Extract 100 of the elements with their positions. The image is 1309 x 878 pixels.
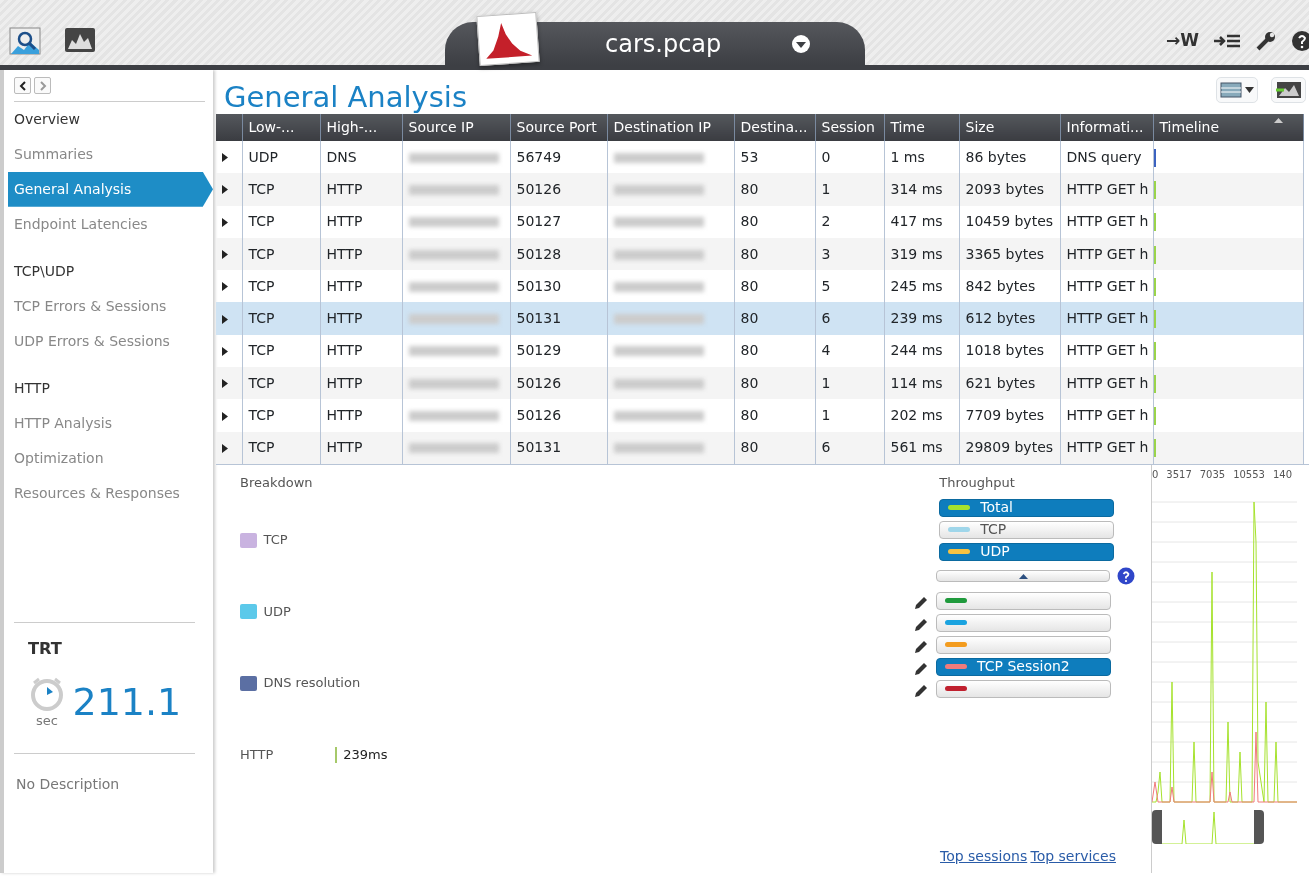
table-cell: 80 [740,407,759,423]
dropdown-icon[interactable] [791,33,812,54]
nav-item[interactable]: Summaries [14,136,205,172]
table-cell: 53 [740,148,759,165]
nav-item[interactable]: UDP Errors & Sessions [14,323,205,359]
series-toggle[interactable] [936,613,1111,632]
wrench-icon[interactable] [1255,29,1277,52]
legend-label: DNS resolution [263,674,361,693]
back-button[interactable] [14,77,31,95]
table-cell: 80 [740,245,759,262]
expand-arrow-icon[interactable] [222,153,228,163]
link[interactable]: Top services [1030,846,1116,867]
pencil-icon[interactable] [914,595,928,610]
table-cell: 80 [740,439,759,456]
expand-arrow-icon[interactable] [222,314,228,324]
expand-arrow-icon[interactable] [222,185,228,195]
table-cell: 561 ms [890,439,943,456]
series-toggle[interactable]: TCP Session2 [936,657,1111,676]
pencil-icon[interactable] [914,639,928,654]
table-cell: HTTP GET h [1066,277,1149,294]
table-cell: 10459 bytes [965,213,1054,230]
table-cell: HTTP [326,407,363,423]
table-cell: 86 bytes [965,148,1027,165]
table-cell: 50130 [516,277,562,294]
nav-item[interactable]: Resources & Responses [14,475,205,511]
table-cell: HTTP GET h [1066,180,1149,197]
table-cell: 80 [740,342,759,359]
expand-arrow-icon[interactable] [222,282,228,292]
nav-item[interactable]: Optimization [14,440,205,476]
series-toggle[interactable] [936,679,1111,698]
legend-label: UDP [263,602,291,621]
expand-arrow-icon[interactable] [222,217,228,227]
table-cell: TCP [248,374,275,391]
chart-icon[interactable] [64,26,96,54]
table-cell: 50126 [516,374,562,391]
pencil-icon[interactable] [914,661,928,676]
table-cell: 2 [821,213,831,230]
table-cell: 50126 [516,180,562,197]
table-cell: 244 ms [890,342,943,359]
export-button[interactable]: →W [1166,28,1199,54]
table-cell: HTTP GET h [1066,407,1149,423]
table-cell: 50128 [516,245,562,262]
table-cell: 50131 [516,439,562,456]
series-toggle[interactable] [936,591,1111,610]
table-cell: HTTP GET h [1066,213,1149,230]
table-cell: TCP [248,342,275,359]
table-cell: HTTP [326,277,363,294]
page-title: General Analysis [223,79,467,114]
series-toggle[interactable] [936,635,1111,654]
table-cell: TCP [248,407,275,423]
legend-label: TCP [263,531,288,550]
table-cell: HTTP GET h [1066,374,1149,391]
nav-item[interactable]: TCP Errors & Sessions [14,288,205,324]
expand-arrow-icon[interactable] [222,379,228,389]
expand-arrow-icon[interactable] [222,411,228,421]
table-cell: HTTP [326,374,363,391]
table-cell: UDP [248,148,278,165]
table-cell: 612 bytes [965,310,1036,327]
axis-label: 7035 [1199,467,1226,482]
pencil-icon[interactable] [914,683,928,698]
table-cell: TCP [248,439,275,456]
nav-item[interactable]: Endpoint Latencies [14,206,205,242]
link[interactable]: Top sessions [940,846,1028,867]
column-header[interactable]: Size [965,119,995,135]
table-cell: 202 ms [890,407,943,423]
sort-arrow-icon [1274,118,1283,123]
table-cell: 1 [821,407,831,423]
nav-item[interactable]: HTTP Analysis [14,405,205,441]
series-toggle[interactable]: UDP [939,542,1115,561]
table-cell: 4 [821,342,831,359]
table-cell: TCP [248,180,275,197]
table-cell: 80 [740,180,759,197]
table-cell: 5 [821,277,831,294]
nav-item[interactable]: General Analysis [8,171,213,207]
table-cell: HTTP [326,310,363,327]
help-icon[interactable] [1116,567,1135,586]
expand-arrow-icon[interactable] [222,346,228,356]
table-cell: 314 ms [890,180,943,197]
help-icon[interactable] [1291,29,1309,52]
layout-dropdown[interactable] [1215,76,1259,103]
axis-label: 0 [1152,467,1159,482]
table-cell: 80 [740,374,759,391]
series-toggle[interactable]: Total [939,498,1115,517]
expand-arrow-icon[interactable] [222,250,228,260]
pencil-icon[interactable] [914,617,928,632]
section-title: Breakdown [240,473,314,492]
metric-value: 211.1 [72,679,182,726]
chevron-left-icon [18,80,27,91]
table-cell: DNS query [1066,148,1142,165]
search-chart-icon[interactable] [8,26,42,56]
table-cell: HTTP GET h [1066,310,1149,327]
expand-arrow-icon[interactable] [222,443,228,453]
overview-window[interactable] [1152,809,1264,844]
table-cell: 29809 bytes [965,439,1054,456]
table-cell: 842 bytes [965,277,1036,294]
duration-value: 239ms [343,745,388,764]
table-cell: 80 [740,310,759,327]
series-toggle[interactable]: TCP [939,520,1115,539]
chart-dropdown[interactable] [1271,76,1306,103]
table-cell: TCP [248,277,275,294]
